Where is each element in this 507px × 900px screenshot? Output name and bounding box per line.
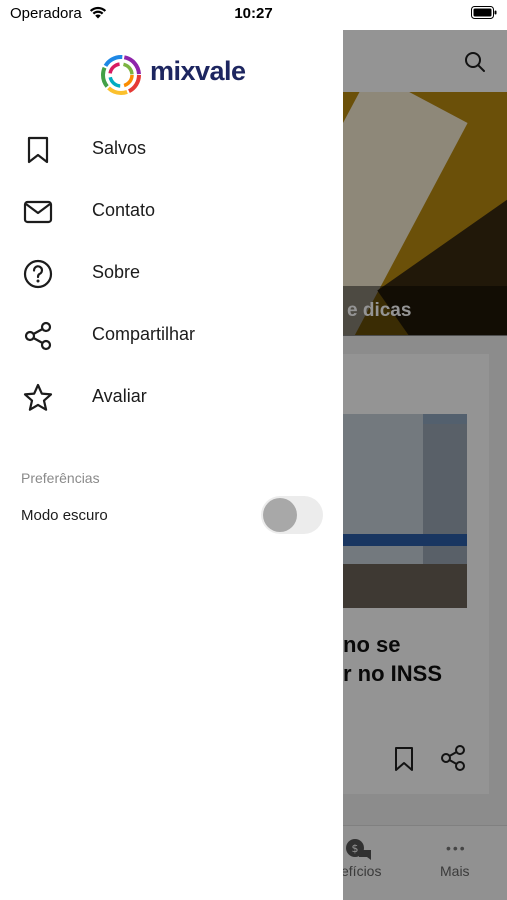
share-icon bbox=[24, 321, 52, 351]
drawer-dim-overlay[interactable] bbox=[343, 30, 507, 900]
side-drawer: mixvale Salvos Contato Sobre Compartilha… bbox=[0, 30, 343, 900]
status-time: 10:27 bbox=[234, 5, 273, 22]
mail-icon bbox=[23, 200, 53, 224]
bookmark-icon bbox=[27, 136, 49, 164]
menu-item-label: Salvos bbox=[92, 138, 147, 158]
menu-item-sobre[interactable]: Sobre bbox=[0, 246, 343, 302]
menu-item-salvos[interactable]: Salvos bbox=[0, 122, 343, 178]
battery-icon bbox=[471, 6, 497, 19]
menu-item-avaliar[interactable]: Avaliar bbox=[0, 370, 343, 426]
logo-text: mixvale bbox=[150, 56, 246, 86]
dark-mode-label: Modo escuro bbox=[21, 507, 108, 524]
status-bar: Operadora 10:27 bbox=[0, 0, 507, 30]
menu-item-label: Avaliar bbox=[92, 386, 147, 406]
toggle-knob bbox=[263, 498, 297, 532]
star-icon bbox=[23, 383, 53, 411]
menu-item-label: Contato bbox=[92, 200, 156, 220]
menu-item-compartilhar[interactable]: Compartilhar bbox=[0, 308, 343, 364]
menu-item-label: Compartilhar bbox=[92, 324, 196, 344]
menu-item-contato[interactable]: Contato bbox=[0, 184, 343, 240]
menu-item-label: Sobre bbox=[92, 262, 141, 282]
help-circle-icon bbox=[23, 259, 53, 289]
preferences-section-title: Preferências bbox=[21, 470, 100, 486]
mixvale-swirl-icon bbox=[101, 55, 141, 95]
dark-mode-toggle[interactable] bbox=[261, 496, 323, 534]
mixvale-logo: mixvale bbox=[100, 52, 260, 98]
